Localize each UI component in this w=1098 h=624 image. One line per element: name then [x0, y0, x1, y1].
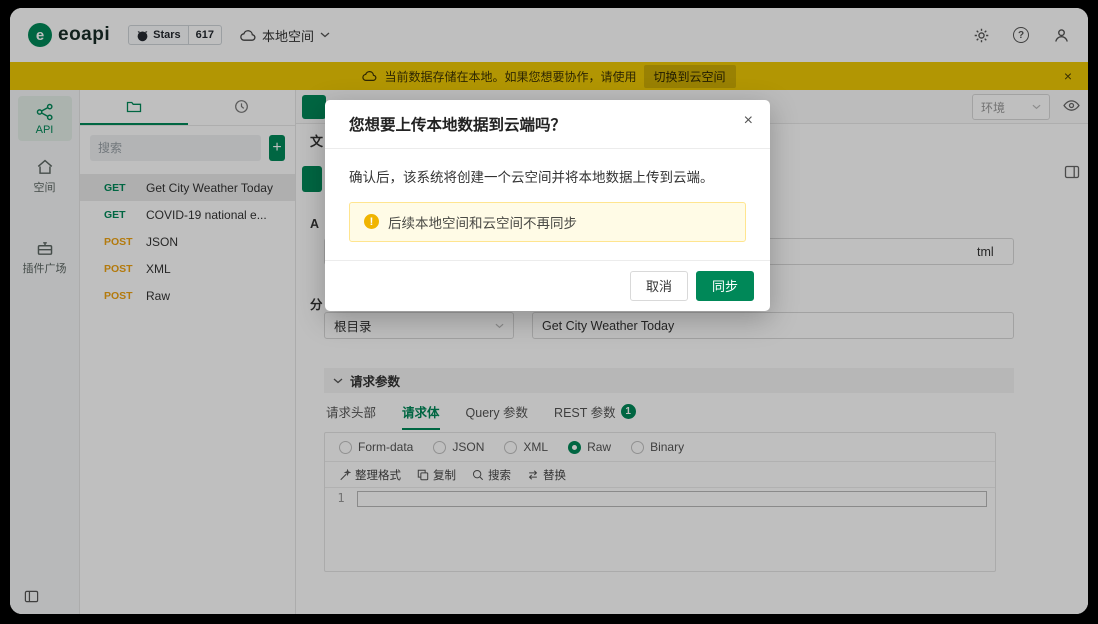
modal-close-icon[interactable]: × [744, 112, 753, 130]
warning-text: 后续本地空间和云空间不再同步 [388, 215, 577, 231]
warning-icon: ! [364, 214, 379, 230]
modal-footer: 取消 同步 [325, 259, 770, 311]
app-window: e eoapi Stars 617 本地空间 ? 当前数据存储在本地。如果您想要… [10, 8, 1088, 614]
modal-header: 您想要上传本地数据到云端吗？ × [325, 100, 770, 149]
modal-body: 确认后，该系统将创建一个云空间并将本地数据上传到云端。 ! 后续本地空间和云空间… [325, 149, 770, 260]
modal-message: 确认后，该系统将创建一个云空间并将本地数据上传到云端。 [349, 170, 714, 185]
sync-button[interactable]: 同步 [695, 270, 754, 301]
warning-alert: ! 后续本地空间和云空间不再同步 [349, 201, 746, 242]
modal-title: 您想要上传本地数据到云端吗？ [349, 117, 567, 134]
cancel-button[interactable]: 取消 [629, 270, 688, 301]
upload-to-cloud-modal: 您想要上传本地数据到云端吗？ × 确认后，该系统将创建一个云空间并将本地数据上传… [325, 100, 770, 311]
modal-backdrop[interactable] [10, 8, 1088, 614]
